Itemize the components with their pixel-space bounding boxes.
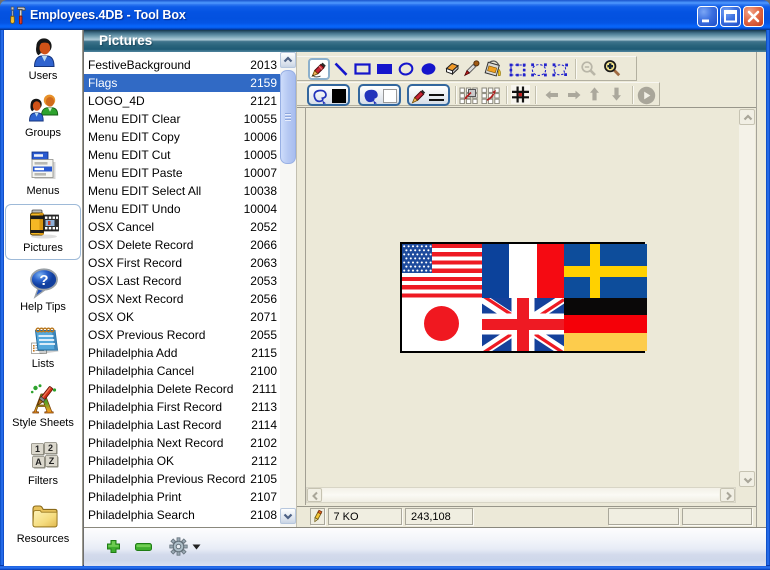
svg-text:2: 2: [48, 443, 53, 453]
svg-text:1: 1: [35, 444, 40, 454]
svg-text:Z: Z: [49, 456, 55, 466]
svg-text:?: ?: [39, 272, 48, 289]
svg-text:A: A: [35, 457, 42, 467]
